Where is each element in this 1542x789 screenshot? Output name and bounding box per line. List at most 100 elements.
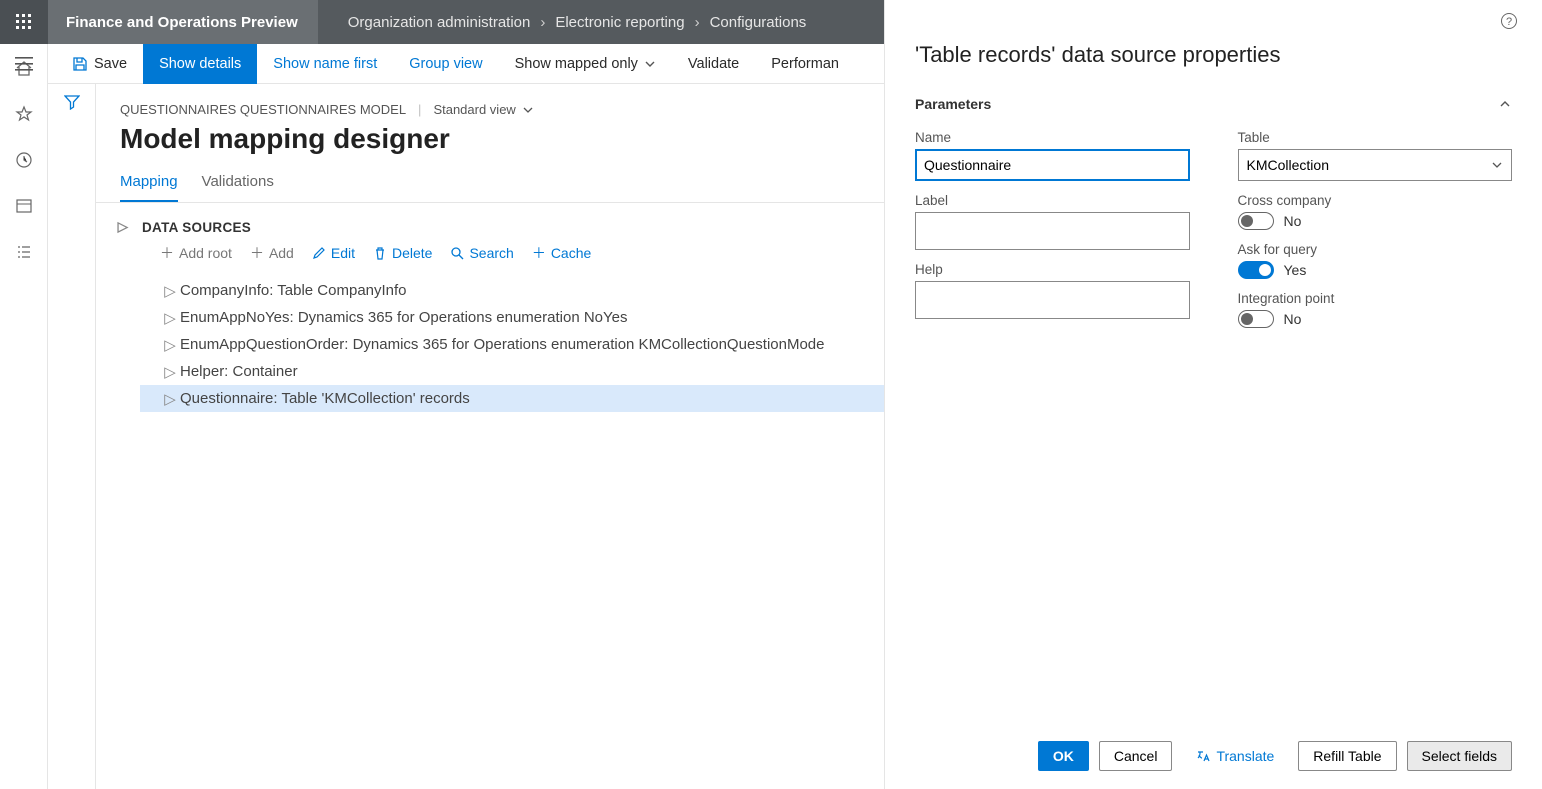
translate-button[interactable]: Translate [1182, 741, 1288, 771]
ask-for-query-group: Ask for query Yes [1238, 242, 1513, 279]
tab-mapping[interactable]: Mapping [120, 167, 178, 202]
tree-node-label: EnumAppNoYes: Dynamics 365 for Operation… [180, 309, 627, 326]
breadcrumb-item-er[interactable]: Electronic reporting [549, 14, 690, 31]
expand-icon[interactable]: ▷ [160, 363, 180, 381]
pencil-icon [312, 246, 326, 260]
table-label: Table [1238, 130, 1513, 145]
plus-icon: ＋ [160, 243, 174, 263]
tab-validations[interactable]: Validations [202, 167, 274, 202]
delete-button[interactable]: Delete [373, 243, 432, 263]
integration-point-group: Integration point No [1238, 291, 1513, 328]
show-details-button[interactable]: Show details [143, 44, 257, 84]
table-select[interactable]: KMCollection [1238, 149, 1513, 181]
name-field-group: Name [915, 130, 1190, 181]
navigation-rail [0, 44, 48, 789]
chevron-down-icon [522, 104, 534, 116]
chevron-right-icon: › [691, 14, 704, 31]
breadcrumb-item-org-admin[interactable]: Organization administration [342, 14, 537, 31]
name-label: Name [915, 130, 1190, 145]
validate-button[interactable]: Validate [672, 44, 755, 84]
performance-button[interactable]: Performan [755, 44, 855, 84]
filter-button[interactable] [48, 84, 96, 120]
label-input[interactable] [915, 212, 1190, 250]
tree-node-label: CompanyInfo: Table CompanyInfo [180, 282, 407, 299]
label-field-group: Label [915, 193, 1190, 250]
chevron-down-icon [644, 58, 656, 70]
recent-button[interactable] [10, 146, 38, 174]
parameters-form: Name Label Help Table KMCollection [915, 130, 1512, 340]
help-icon: ? [1500, 12, 1518, 30]
breadcrumb-item-configs[interactable]: Configurations [704, 14, 813, 31]
expand-icon[interactable]: ▷ [160, 336, 180, 354]
clock-icon [15, 151, 33, 169]
select-fields-button[interactable]: Select fields [1407, 741, 1512, 771]
search-icon [450, 246, 464, 260]
view-selector[interactable]: Standard view [433, 102, 533, 117]
help-button[interactable]: ? [1500, 12, 1518, 35]
table-field-group: Table KMCollection [1238, 130, 1513, 181]
properties-pane: ? 'Table records' data source properties… [884, 0, 1542, 789]
page-context: QUESTIONNAIRES QUESTIONNAIRES MODEL [120, 102, 406, 117]
hamburger-icon [15, 57, 33, 71]
cross-company-value: No [1284, 213, 1302, 229]
pane-footer: OK Cancel Translate Refill Table Select … [915, 725, 1512, 771]
tree-node-label: Helper: Container [180, 363, 298, 380]
show-name-first-button[interactable]: Show name first [257, 44, 393, 84]
hamburger-button[interactable] [0, 44, 48, 84]
group-view-button[interactable]: Group view [393, 44, 498, 84]
save-label: Save [94, 56, 127, 72]
separator: | [418, 102, 421, 117]
pane-title: 'Table records' data source properties [915, 42, 1512, 96]
filter-icon [64, 94, 80, 110]
star-icon [15, 105, 33, 123]
integration-point-label: Integration point [1238, 291, 1513, 306]
translate-icon [1196, 749, 1210, 763]
modules-icon [15, 243, 33, 261]
name-input[interactable] [915, 149, 1190, 181]
cross-company-toggle[interactable] [1238, 212, 1274, 230]
app-launcher-button[interactable] [0, 0, 48, 44]
modules-button[interactable] [10, 238, 38, 266]
integration-point-value: No [1284, 311, 1302, 327]
expand-icon[interactable]: ▷ [160, 390, 180, 408]
tree-node-label: Questionnaire: Table 'KMCollection' reco… [180, 390, 470, 407]
plus-icon: ＋ [532, 243, 546, 263]
show-mapped-only-dropdown[interactable]: Show mapped only [499, 44, 672, 84]
add-root-button[interactable]: ＋Add root [160, 243, 232, 263]
waffle-icon [16, 14, 32, 30]
ok-button[interactable]: OK [1038, 741, 1089, 771]
label-label: Label [915, 193, 1190, 208]
help-label: Help [915, 262, 1190, 277]
section-parameters-header[interactable]: Parameters [915, 96, 1512, 130]
ask-for-query-value: Yes [1284, 262, 1307, 278]
cancel-button[interactable]: Cancel [1099, 741, 1173, 771]
tree-node-label: EnumAppQuestionOrder: Dynamics 365 for O… [180, 336, 825, 353]
search-button[interactable]: Search [450, 243, 513, 263]
cross-company-label: Cross company [1238, 193, 1513, 208]
save-button[interactable]: Save [56, 44, 143, 84]
save-icon [72, 56, 88, 72]
app-title: Finance and Operations Preview [48, 0, 318, 44]
edit-button[interactable]: Edit [312, 243, 355, 263]
ask-for-query-label: Ask for query [1238, 242, 1513, 257]
trash-icon [373, 246, 387, 260]
workspace-icon [15, 197, 33, 215]
chevron-down-icon [1491, 159, 1503, 171]
add-button[interactable]: ＋Add [250, 243, 294, 263]
expand-icon[interactable]: ▷ [160, 282, 180, 300]
integration-point-toggle[interactable] [1238, 310, 1274, 328]
cache-button[interactable]: ＋Cache [532, 243, 591, 263]
chevron-right-icon: › [536, 14, 549, 31]
svg-text:?: ? [1506, 16, 1512, 28]
refill-table-button[interactable]: Refill Table [1298, 741, 1396, 771]
expand-toggle[interactable]: ▷ [116, 219, 130, 235]
chevron-up-icon [1498, 97, 1512, 111]
plus-icon: ＋ [250, 243, 264, 263]
help-field-group: Help [915, 262, 1190, 319]
expand-icon[interactable]: ▷ [160, 309, 180, 327]
workspaces-button[interactable] [10, 192, 38, 220]
ask-for-query-toggle[interactable] [1238, 261, 1274, 279]
favorites-button[interactable] [10, 100, 38, 128]
help-input[interactable] [915, 281, 1190, 319]
filter-column [48, 84, 96, 789]
